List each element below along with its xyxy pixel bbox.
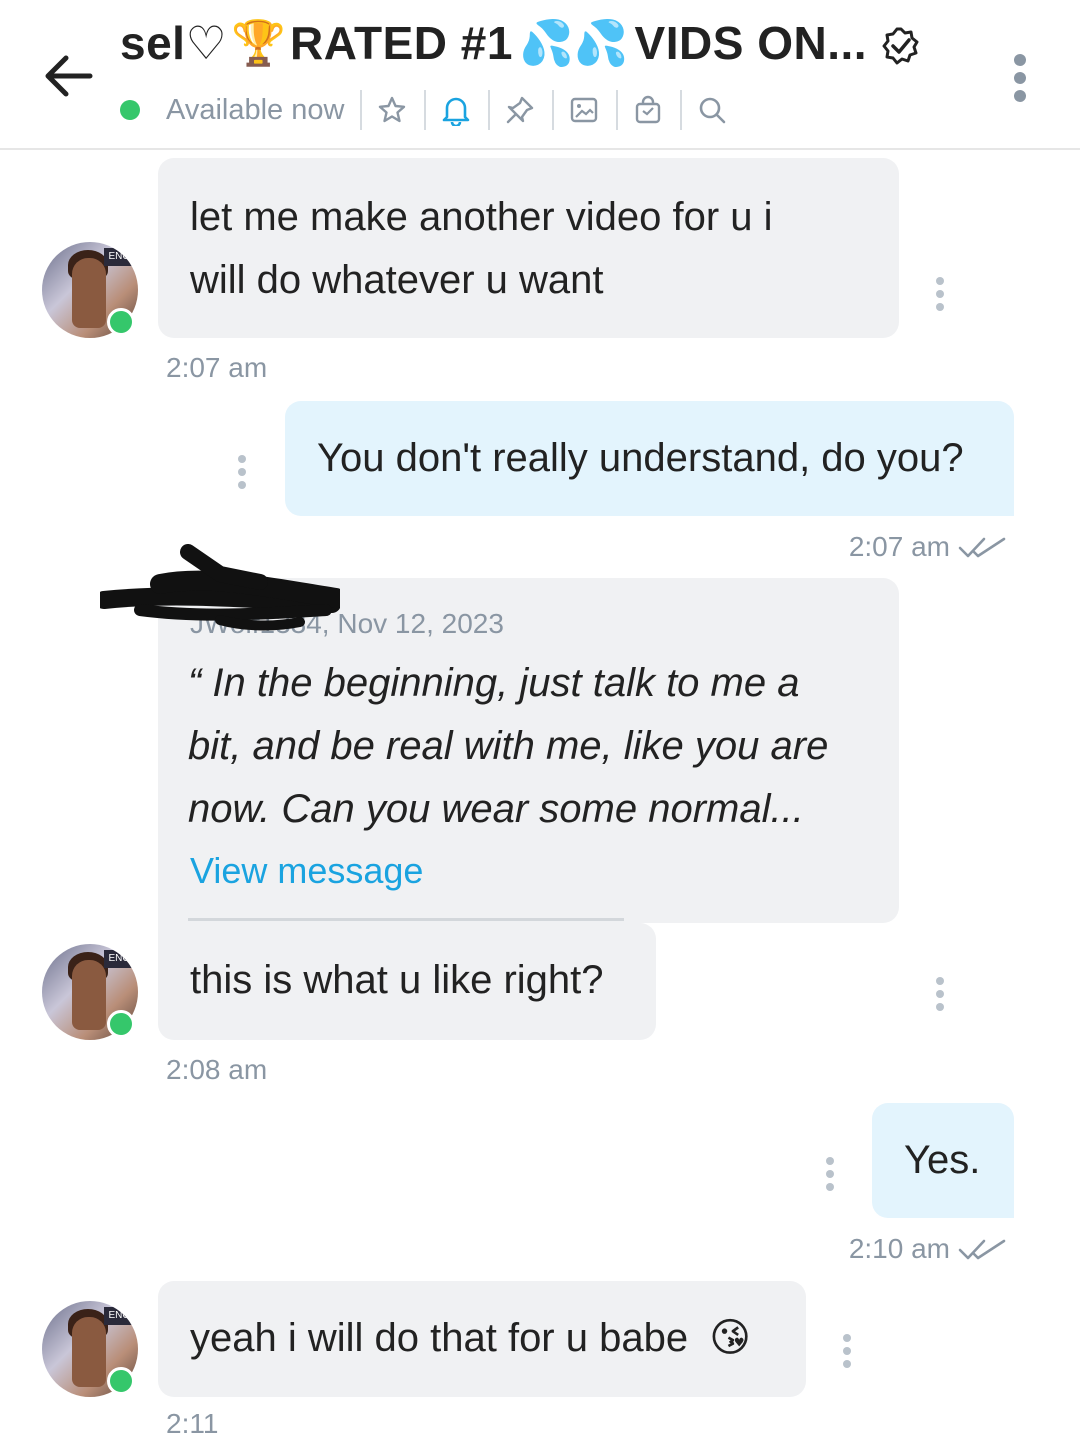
bell-icon[interactable] <box>440 94 472 126</box>
toolbar-divider <box>360 90 363 130</box>
pin-icon[interactable] <box>504 94 536 126</box>
quote-date: , Nov 12, 2023 <box>321 608 504 639</box>
title-name: sel♡ <box>120 17 228 69</box>
avatar-sign: ENC <box>104 1307 134 1325</box>
online-status-dot <box>120 100 140 120</box>
droplets-icon: 💦💦 <box>518 19 629 68</box>
trophy-icon: 🏆 <box>231 19 286 68</box>
image-icon[interactable] <box>568 94 600 126</box>
online-status-dot <box>107 308 135 336</box>
availability-status: Available now <box>166 93 345 126</box>
online-status-dot <box>107 1010 135 1038</box>
message-time: 2:08 am <box>166 1054 268 1085</box>
message-bubble-incoming[interactable]: this is what u like right? <box>158 923 656 1040</box>
title-rated: RATED #1 <box>289 17 513 69</box>
search-icon[interactable] <box>696 94 728 126</box>
message-bubble-incoming[interactable]: yeah i will do that for u babe 😘 <box>158 1281 806 1397</box>
read-receipt-icon <box>958 1238 1006 1262</box>
toolbar-divider <box>424 90 427 130</box>
message-text: yeah i will do that for u babe 😘 <box>190 1316 751 1360</box>
message-options-icon[interactable] <box>933 977 947 1011</box>
message-time: 2:07 am <box>848 531 950 562</box>
message-options-icon[interactable] <box>840 1334 854 1368</box>
toolbar-divider <box>488 90 491 130</box>
toolbar-divider <box>616 90 619 130</box>
message-bubble-incoming[interactable]: let me make another video for u i will d… <box>158 158 899 338</box>
avatar-sign: ENC <box>104 248 134 266</box>
message-text: Yes. <box>904 1138 981 1182</box>
more-vertical-icon[interactable] <box>1000 50 1040 106</box>
quote-divider <box>188 918 624 921</box>
message-options-icon[interactable] <box>823 1157 837 1191</box>
message-bubble-outgoing[interactable]: Yes. <box>872 1103 1014 1218</box>
chat-title[interactable]: sel♡ 🏆 RATED #1 💦💦 VIDS ON... <box>120 16 921 70</box>
message-time: 2:07 am <box>166 352 268 383</box>
avatar-sign: ENC <box>104 950 134 968</box>
message-time: 2:10 am <box>848 1233 950 1264</box>
online-status-dot <box>107 1367 135 1395</box>
message-bubble-outgoing[interactable]: You don't really understand, do you? <box>285 401 1014 516</box>
redaction-scribble <box>100 544 340 631</box>
view-message-link[interactable]: View message <box>190 850 423 892</box>
kiss-emoji-icon: 😘 <box>709 1316 751 1360</box>
back-arrow-icon[interactable] <box>40 48 100 108</box>
message-text: let me make another video for u i will d… <box>190 195 773 302</box>
message-text: this is what u like right? <box>190 958 604 1002</box>
message-text: You don't really understand, do you? <box>317 436 964 480</box>
chat-header: sel♡ 🏆 RATED #1 💦💦 VIDS ON... Available … <box>0 0 1080 150</box>
read-receipt-icon <box>958 536 1006 560</box>
toolbar-divider <box>552 90 555 130</box>
verified-icon <box>881 23 921 65</box>
message-options-icon[interactable] <box>933 277 947 311</box>
title-suffix: VIDS ON... <box>634 17 868 69</box>
toolbar-divider <box>680 90 683 130</box>
bag-icon[interactable] <box>632 94 664 126</box>
quote-text: “ In the beginning, just talk to me a bi… <box>188 661 829 831</box>
star-icon[interactable] <box>376 94 408 126</box>
message-options-icon[interactable] <box>235 455 249 489</box>
message-time: 2:11 <box>166 1408 219 1439</box>
status-toolbar: Available now <box>120 88 728 132</box>
